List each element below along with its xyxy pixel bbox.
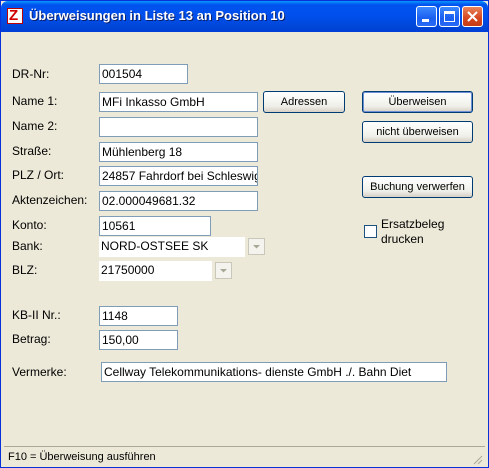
- aktenzeichen-field[interactable]: 02.000049681.32: [99, 191, 258, 211]
- blz-select[interactable]: 21750000: [99, 261, 212, 281]
- plz-ort-field[interactable]: 24857 Fahrdorf bei Schleswig: [99, 166, 258, 186]
- ersatzbeleg-label-line2: drucken: [381, 232, 424, 246]
- chevron-down-icon: [220, 269, 227, 273]
- name1-field[interactable]: MFi Inkasso GmbH: [99, 92, 258, 112]
- bank-select[interactable]: NORD-OSTSEE SK: [99, 237, 245, 257]
- ersatzbeleg-label-line1: Ersatzbeleg: [381, 217, 445, 231]
- konto-label: Konto:: [12, 218, 47, 232]
- kb-nr-field[interactable]: 1148: [99, 306, 178, 326]
- app-icon-letter: Z: [9, 7, 19, 24]
- name1-label: Name 1:: [12, 94, 58, 108]
- dr-nr-field[interactable]: 001504: [99, 64, 188, 84]
- form-area: DR-Nr: 001504 Name 1: MFi Inkasso GmbH A…: [4, 32, 485, 466]
- name2-field[interactable]: [99, 117, 258, 137]
- status-text: F10 = Überweisung ausführen: [8, 451, 156, 463]
- close-button[interactable]: [462, 6, 483, 27]
- name2-label: Name 2:: [12, 119, 58, 133]
- close-icon: [467, 11, 478, 22]
- minimize-icon: [422, 19, 429, 22]
- strasse-label: Straße:: [12, 144, 52, 158]
- status-bar: F10 = Überweisung ausführen: [4, 446, 485, 467]
- bank-label: Bank:: [12, 239, 43, 253]
- kb-nr-label: KB-II Nr.:: [12, 308, 61, 322]
- chevron-down-icon: [253, 245, 260, 249]
- nicht-ueberweisen-button[interactable]: nicht überweisen: [362, 121, 473, 143]
- main-window: Z Überweisungen in Liste 13 an Position …: [0, 0, 489, 468]
- ersatzbeleg-checkbox[interactable]: [364, 225, 377, 238]
- adressen-button[interactable]: Adressen: [263, 91, 345, 113]
- maximize-icon: [444, 11, 455, 22]
- window-title: Überweisungen in Liste 13 an Position 10: [29, 8, 285, 23]
- resize-grip-icon[interactable]: [471, 453, 483, 465]
- dr-nr-label: DR-Nr:: [12, 67, 50, 81]
- vermerke-label: Vermerke:: [12, 365, 67, 379]
- maximize-button[interactable]: [439, 6, 460, 27]
- aktenzeichen-label: Aktenzeichen:: [12, 193, 88, 207]
- betrag-field[interactable]: 150,00: [99, 330, 178, 350]
- app-icon[interactable]: Z: [7, 7, 23, 24]
- title-bar[interactable]: Z Überweisungen in Liste 13 an Position …: [1, 1, 488, 32]
- minimize-button[interactable]: [416, 6, 437, 27]
- bank-dropdown-button[interactable]: [248, 238, 265, 255]
- blz-dropdown-button[interactable]: [215, 262, 232, 279]
- ueberweisen-button[interactable]: Überweisen: [362, 91, 473, 113]
- konto-field[interactable]: 10561: [99, 216, 211, 236]
- plz-ort-label: PLZ / Ort:: [12, 168, 65, 182]
- strasse-field[interactable]: Mühlenberg 18: [99, 142, 258, 162]
- buchung-verwerfen-button[interactable]: Buchung verwerfen: [362, 176, 473, 198]
- blz-label: BLZ:: [12, 263, 38, 277]
- vermerke-field[interactable]: Cellway Telekommunikations- dienste GmbH…: [101, 362, 447, 382]
- betrag-label: Betrag:: [12, 332, 51, 346]
